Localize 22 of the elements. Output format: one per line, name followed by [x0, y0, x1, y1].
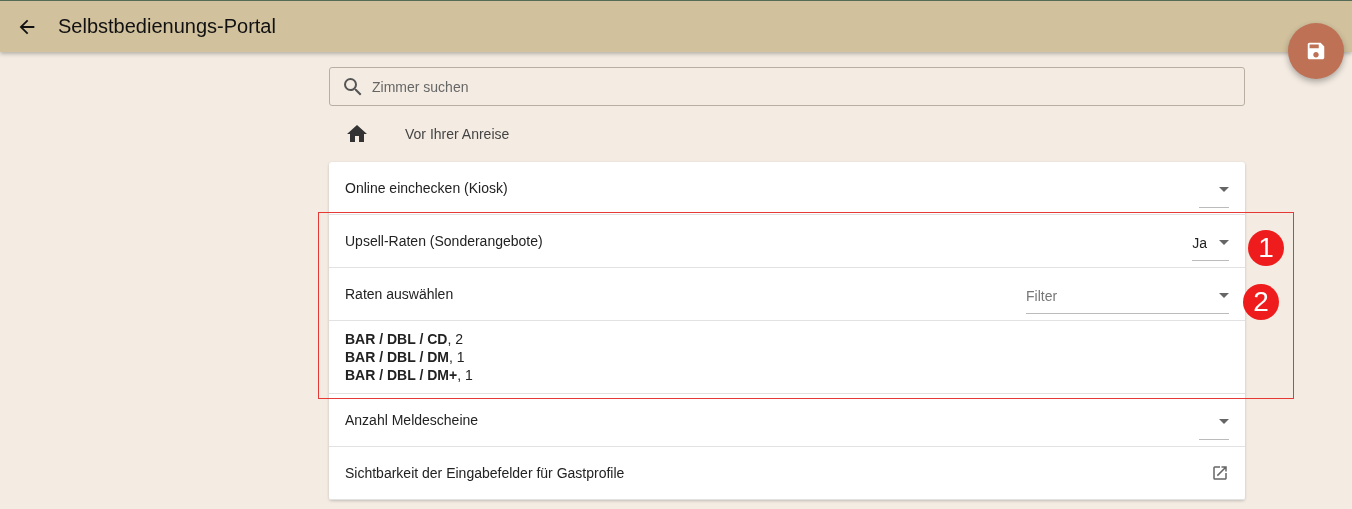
rate-entry: BAR / DBL / DM, 1: [345, 349, 465, 365]
dropdown[interactable]: Ja: [1192, 227, 1229, 261]
number-marker: 1: [1248, 230, 1284, 266]
search-field[interactable]: Zimmer suchen: [329, 67, 1245, 106]
caret-icon: [1219, 419, 1229, 424]
caret-icon: [1219, 187, 1229, 192]
filter-dropdown[interactable]: Filter: [1026, 280, 1229, 314]
setting-label: Online einchecken (Kiosk): [345, 180, 508, 196]
caret-icon: [1219, 293, 1229, 298]
rate-entry: BAR / DBL / CD, 2: [345, 331, 463, 347]
breadcrumb-label[interactable]: Vor Ihrer Anreise: [405, 126, 510, 142]
setting-label: Raten auswählen: [345, 286, 454, 302]
page-title: Selbstbedienungs-Portal: [58, 15, 276, 38]
setting-label: Upsell-Raten (Sonderangebote): [345, 233, 543, 249]
number-marker: 2: [1243, 284, 1279, 320]
save-button[interactable]: [1288, 23, 1344, 79]
save-icon: [1305, 40, 1327, 62]
setting-label: Sichtbarkeit der Eingabefelder für Gastprofile: [345, 465, 625, 481]
external-link-icon[interactable]: [1211, 464, 1229, 482]
rate-entry: BAR / DBL / DM+, 1: [345, 367, 473, 383]
setting-label: Anzahl Meldescheine: [345, 412, 479, 428]
caret-icon: [1219, 240, 1229, 245]
